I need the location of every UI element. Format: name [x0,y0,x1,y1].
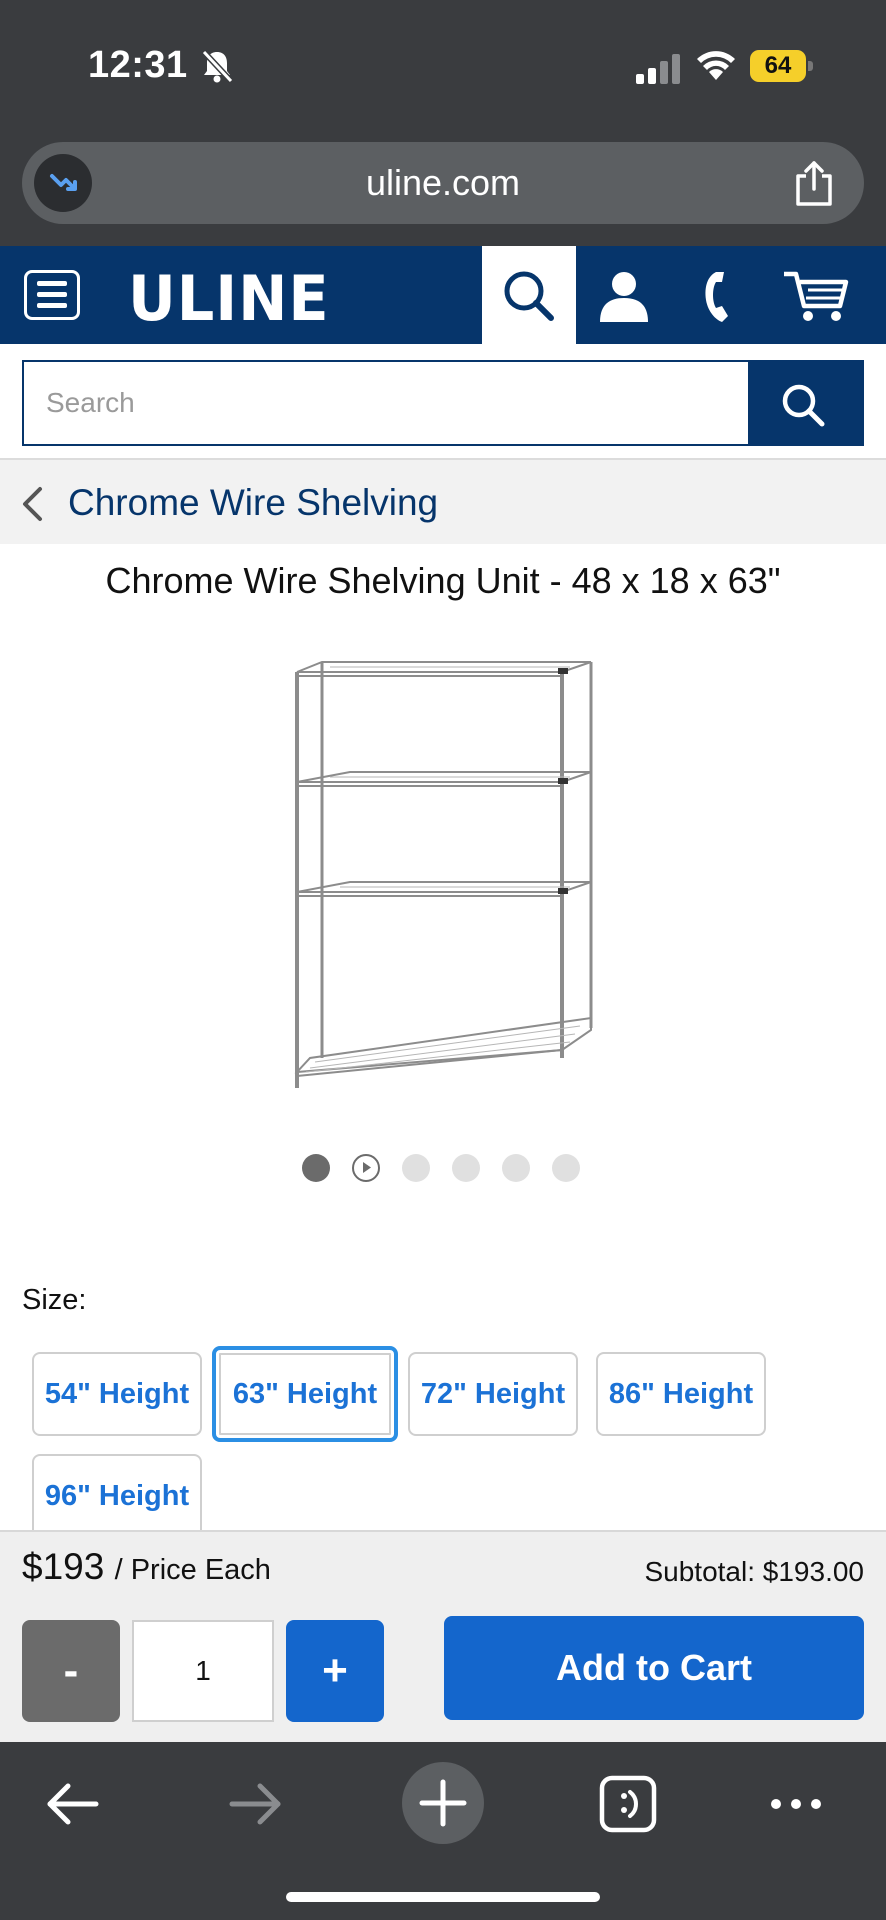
search-bar [22,360,864,446]
address-bar[interactable]: uline.com [22,142,864,224]
quantity-input[interactable] [132,1620,274,1722]
menu-icon[interactable] [24,270,80,320]
search-icon [782,384,825,427]
account-icon[interactable] [594,266,654,326]
size-option-54[interactable]: 54" Height [32,1352,202,1436]
browser-address-area: uline.com [0,130,886,246]
battery-level: 64 [764,52,792,79]
price: $193 / Price Each [22,1546,271,1588]
new-tab-plus-icon [419,1779,467,1827]
uline-logo[interactable]: ULINE [128,262,330,335]
battery-indicator: 64 [750,50,814,82]
play-icon [363,1162,371,1173]
add-to-cart-button[interactable]: Add to Cart [444,1616,864,1720]
size-option-63-selected[interactable]: 63" Height [212,1346,398,1442]
search-submit-button[interactable] [748,362,862,444]
battery-nub [808,61,813,71]
gallery-dot[interactable] [552,1154,580,1182]
home-indicator [286,1892,600,1902]
wifi-icon [697,51,735,80]
size-option-86[interactable]: 86" Height [596,1352,766,1436]
size-option-72[interactable]: 72" Height [408,1352,578,1436]
gallery-dot[interactable] [402,1154,430,1182]
header-search-button[interactable] [482,246,576,344]
quantity-decrease-button[interactable]: - [22,1620,120,1722]
gallery-dot[interactable] [502,1154,530,1182]
price-suffix: / Price Each [114,1554,271,1586]
new-tab-button[interactable] [402,1762,484,1844]
forward-arrow-icon[interactable] [224,1772,288,1836]
status-bar: 12:31 64 [0,0,886,130]
cellular-signal-icon [636,54,680,84]
site-header: ULINE [0,246,886,344]
subtotal: Subtotal: $193.00 [644,1556,864,1587]
back-arrow-icon[interactable] [40,1772,104,1836]
breadcrumb-link[interactable]: Chrome Wire Shelving [68,482,438,524]
chevron-left-icon[interactable] [20,486,44,522]
wire-shelving-image[interactable] [270,650,610,1120]
url-text[interactable]: uline.com [22,142,864,224]
phone-icon[interactable] [690,266,750,326]
breadcrumb[interactable]: Chrome Wire Shelving [0,458,886,544]
search-icon [504,271,554,321]
share-icon[interactable] [792,160,836,206]
browser-toolbar [0,1742,886,1920]
gallery-dot[interactable] [452,1154,480,1182]
bell-off-icon [201,49,234,84]
gallery-video-dot[interactable] [352,1154,380,1182]
gallery-dot-active[interactable] [302,1154,330,1182]
quantity-increase-button[interactable]: + [286,1620,384,1722]
size-label: Size: [22,1284,87,1316]
status-time: 12:31 [88,44,188,86]
gallery-pagination [300,1154,590,1184]
more-icon[interactable] [764,1772,828,1836]
product-title: Chrome Wire Shelving Unit - 48 x 18 x 63… [105,560,781,601]
add-to-cart-bar: $193 / Price Each Subtotal: $193.00 - + … [0,1530,886,1742]
size-option-96[interactable]: 96" Height [32,1454,202,1538]
cart-icon[interactable] [782,266,852,326]
search-input[interactable] [24,362,750,444]
price-value: $193 [22,1546,105,1587]
tabs-icon[interactable] [596,1772,660,1836]
